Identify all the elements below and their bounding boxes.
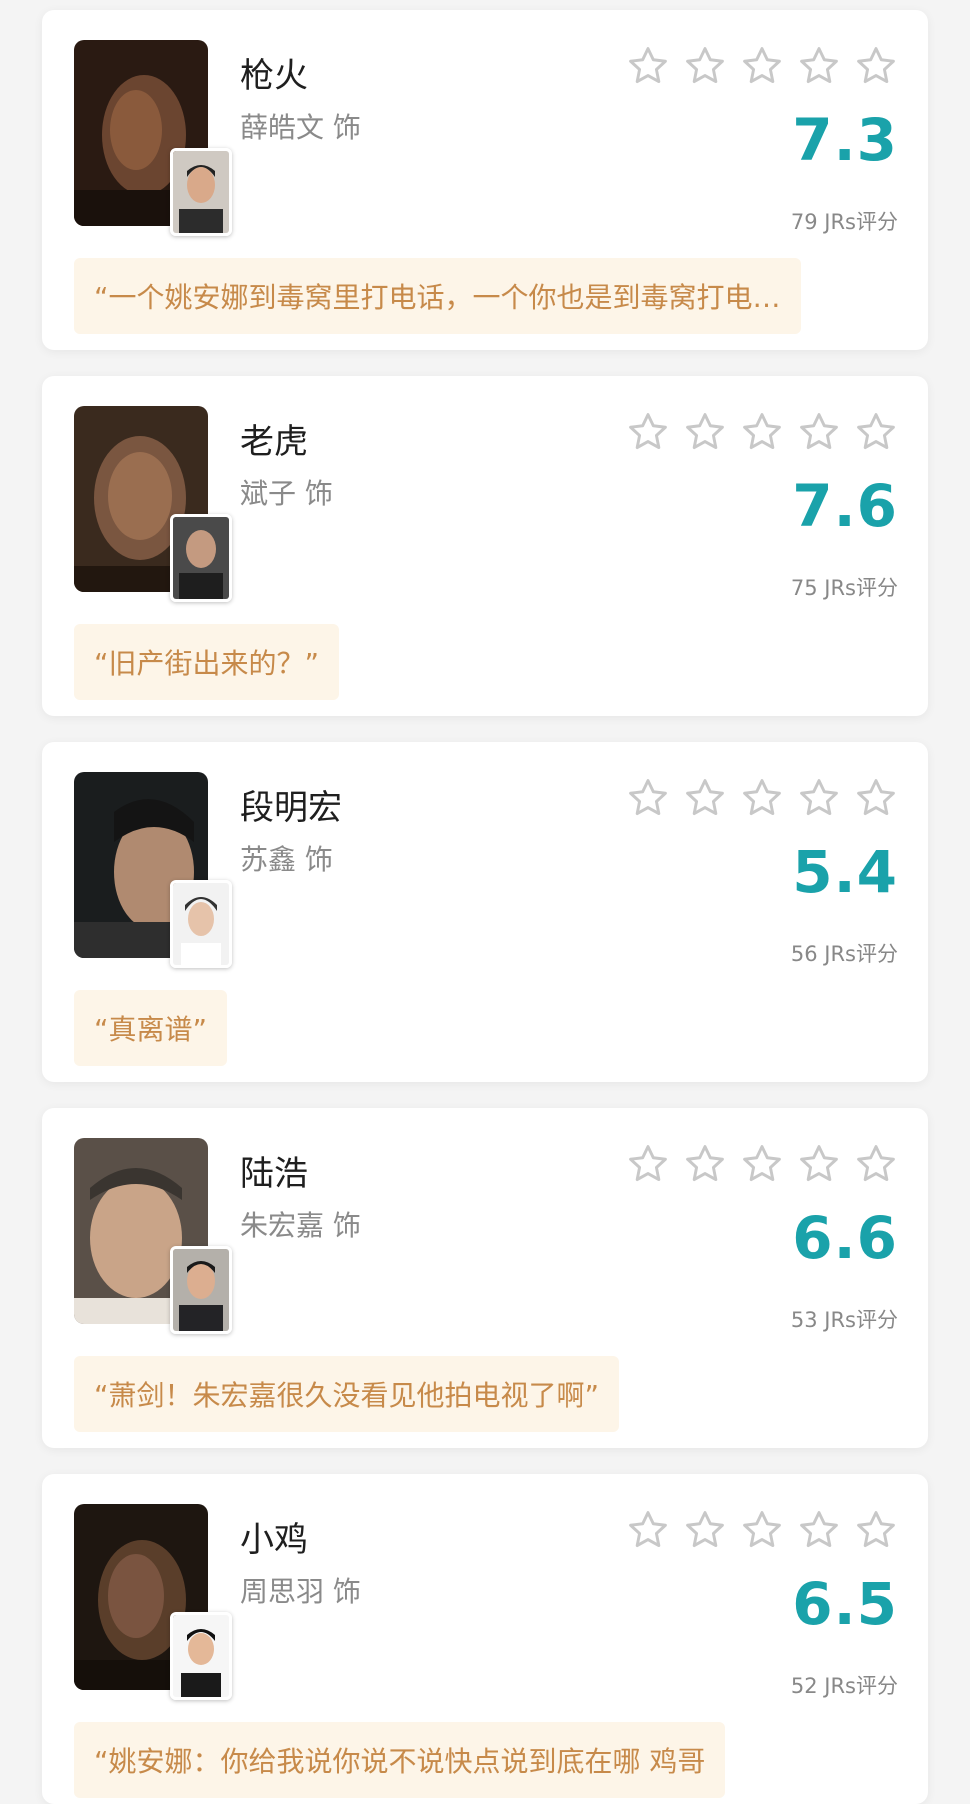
star-outline-icon[interactable]: [854, 1142, 898, 1186]
star-outline-icon[interactable]: [683, 776, 727, 820]
star-outline-icon[interactable]: [854, 44, 898, 88]
actor-avatar: [170, 1612, 232, 1700]
hot-comment[interactable]: “一个姚安娜到毒窝里打电话，一个你也是到毒窝打电…: [74, 258, 801, 334]
character-card[interactable]: 段明宏 苏鑫 饰 5.4 56 JRs评分 “真离谱”: [42, 742, 928, 1082]
character-name: 小鸡: [240, 1520, 308, 1560]
character-card[interactable]: 小鸡 周思羽 饰 6.5 52 JRs评分 “姚安娜：你给我说你说不说快点说到底…: [42, 1474, 928, 1804]
star-outline-icon[interactable]: [626, 410, 670, 454]
hot-comment[interactable]: “姚安娜：你给我说你说不说快点说到底在哪 鸡哥: [74, 1722, 726, 1798]
actor-photo-icon: [173, 883, 229, 965]
actor-photo-icon: [173, 151, 229, 233]
actor-name: 薛皓文 饰: [240, 111, 361, 144]
average-score: 7.3: [792, 106, 898, 174]
star-outline-icon[interactable]: [683, 1142, 727, 1186]
actor-photo-icon: [173, 517, 229, 599]
star-outline-icon[interactable]: [683, 1508, 727, 1552]
character-name: 老虎: [240, 422, 308, 462]
actor-photo-icon: [173, 1249, 229, 1331]
rating-count: 52 JRs评分: [790, 1674, 898, 1698]
star-outline-icon[interactable]: [626, 776, 670, 820]
star-outline-icon[interactable]: [626, 44, 670, 88]
star-outline-icon[interactable]: [740, 776, 784, 820]
rating-count: 79 JRs评分: [790, 210, 898, 234]
actor-avatar: [170, 148, 232, 236]
rating-stars[interactable]: [626, 410, 898, 454]
star-outline-icon[interactable]: [797, 776, 841, 820]
actor-name: 斌子 饰: [240, 477, 333, 510]
rating-stars[interactable]: [626, 44, 898, 88]
hot-comment[interactable]: “真离谱”: [74, 990, 228, 1066]
star-outline-icon[interactable]: [740, 44, 784, 88]
actor-avatar: [170, 514, 232, 602]
star-outline-icon[interactable]: [740, 1142, 784, 1186]
character-card[interactable]: 老虎 斌子 饰 7.6 75 JRs评分 “旧产街出来的？”: [42, 376, 928, 716]
actor-avatar: [170, 1246, 232, 1334]
star-outline-icon[interactable]: [740, 1508, 784, 1552]
actor-avatar: [170, 880, 232, 968]
actor-photo-icon: [173, 1615, 229, 1697]
rating-count: 75 JRs评分: [790, 576, 898, 600]
star-outline-icon[interactable]: [854, 776, 898, 820]
star-outline-icon[interactable]: [797, 1508, 841, 1552]
character-name: 段明宏: [240, 788, 342, 828]
star-outline-icon[interactable]: [740, 410, 784, 454]
rating-count: 56 JRs评分: [790, 942, 898, 966]
rating-stars[interactable]: [626, 1142, 898, 1186]
average-score: 6.5: [792, 1570, 898, 1638]
hot-comment[interactable]: “旧产街出来的？”: [74, 624, 340, 700]
star-outline-icon[interactable]: [797, 410, 841, 454]
average-score: 5.4: [792, 838, 898, 906]
star-outline-icon[interactable]: [683, 44, 727, 88]
hot-comment[interactable]: “萧剑！朱宏嘉很久没看见他拍电视了啊”: [74, 1356, 620, 1432]
character-name: 枪火: [240, 56, 308, 96]
rating-count: 53 JRs评分: [790, 1308, 898, 1332]
rating-stars[interactable]: [626, 776, 898, 820]
actor-name: 苏鑫 饰: [240, 843, 333, 876]
rating-stars[interactable]: [626, 1508, 898, 1552]
star-outline-icon[interactable]: [797, 1142, 841, 1186]
character-card[interactable]: 陆浩 朱宏嘉 饰 6.6 53 JRs评分 “萧剑！朱宏嘉很久没看见他拍电视了啊…: [42, 1108, 928, 1448]
rating-list: 枪火 薛皓文 饰 7.3 79 JRs评分 “一个姚安娜到毒窝里打电话，一个你也…: [0, 0, 970, 1804]
character-name: 陆浩: [240, 1154, 308, 1194]
star-outline-icon[interactable]: [683, 410, 727, 454]
actor-name: 周思羽 饰: [240, 1575, 361, 1608]
average-score: 7.6: [792, 472, 898, 540]
average-score: 6.6: [792, 1204, 898, 1272]
star-outline-icon[interactable]: [797, 44, 841, 88]
star-outline-icon[interactable]: [626, 1508, 670, 1552]
actor-name: 朱宏嘉 饰: [240, 1209, 361, 1242]
star-outline-icon[interactable]: [854, 1508, 898, 1552]
star-outline-icon[interactable]: [854, 410, 898, 454]
character-card[interactable]: 枪火 薛皓文 饰 7.3 79 JRs评分 “一个姚安娜到毒窝里打电话，一个你也…: [42, 10, 928, 350]
star-outline-icon[interactable]: [626, 1142, 670, 1186]
